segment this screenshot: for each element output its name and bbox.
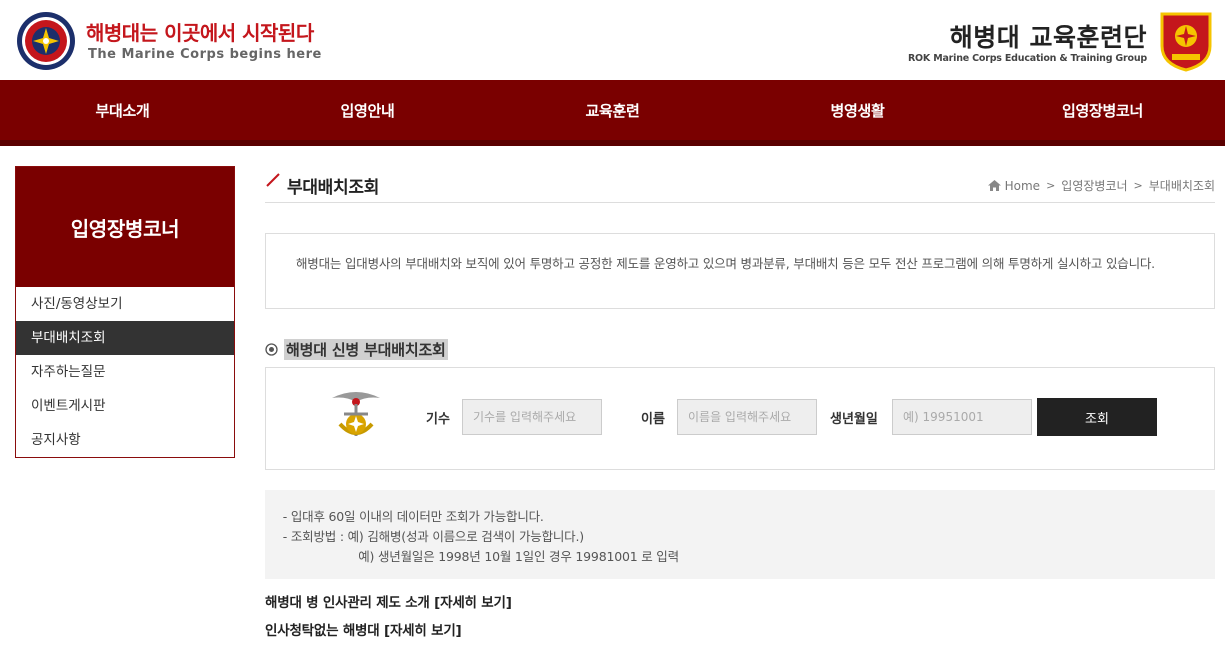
intro-box: 해병대는 입대병사의 부대배치와 보직에 있어 투명하고 공정한 제도를 운영하… xyxy=(265,233,1215,309)
slogan-english: The Marine Corps begins here xyxy=(88,47,322,62)
sidebar-item-faq[interactable]: 자주하는질문 xyxy=(16,355,234,389)
home-icon xyxy=(987,180,1001,191)
breadcrumb-separator-icon: > xyxy=(1133,179,1143,192)
training-group-shield-icon[interactable] xyxy=(1159,10,1213,72)
sidebar-title: 입영장병코너 xyxy=(16,167,234,287)
nav-item-barracks-life[interactable]: 병영생활 xyxy=(735,80,980,140)
breadcrumb-recruit-corner[interactable]: 입영장병코너 xyxy=(1061,177,1127,194)
nav-item-enlistment-guide[interactable]: 입영안내 xyxy=(245,80,490,140)
bullet-target-icon xyxy=(265,342,278,356)
sidebar-item-event-board[interactable]: 이벤트게시판 xyxy=(16,389,234,423)
note-line: 예) 생년월일은 1998년 10월 1일인 경우 19981001 로 입력 xyxy=(279,549,679,564)
personnel-system-link[interactable]: 해병대 병 인사관리 제도 소개 [자세히 보기] xyxy=(265,591,512,611)
breadcrumb-separator-icon: > xyxy=(1046,179,1056,192)
main-nav: 부대소개 입영안내 교육훈련 병영생활 입영장병코너 xyxy=(0,80,1225,146)
brand-title[interactable]: 해병대 교육훈련단 xyxy=(950,18,1147,54)
breadcrumb-current[interactable]: 부대배치조회 xyxy=(1149,177,1215,194)
marine-corps-emblem-icon[interactable] xyxy=(16,11,76,71)
content-title-row: 부대배치조회 Home > 입영장병코너 > 부대배치조회 xyxy=(265,166,1215,203)
title-slash-icon xyxy=(266,173,280,187)
site-header: 해병대는 이곳에서 시작된다 The Marine Corps begins h… xyxy=(0,0,1225,80)
name-label: 이름 xyxy=(641,412,665,427)
nav-item-training[interactable]: 교육훈련 xyxy=(490,80,735,140)
sidebar-item-photos-videos[interactable]: 사진/동영상보기 xyxy=(16,287,234,321)
intro-text: 해병대는 입대병사의 부대배치와 보직에 있어 투명하고 공정한 제도를 운영하… xyxy=(296,256,1155,271)
notes-box: - 입대후 60일 이내의 데이터만 조회가 가능합니다. - 조회방법 : 예… xyxy=(265,490,1215,579)
no-solicitation-link[interactable]: 인사청탁없는 해병대 [자세히 보기] xyxy=(265,619,462,639)
section-title: 해병대 신병 부대배치조회 xyxy=(284,338,448,360)
class-number-label: 기수 xyxy=(426,412,450,427)
birthdate-label: 생년월일 xyxy=(830,412,878,427)
nav-item-unit-intro[interactable]: 부대소개 xyxy=(0,80,245,140)
breadcrumb-home[interactable]: Home xyxy=(1005,179,1040,193)
class-number-input[interactable]: 기수를 입력해주세요 xyxy=(462,399,602,435)
assignment-search-form: 기수 기수를 입력해주세요 이름 이름을 입력해주세요 생년월일 예) 1995… xyxy=(265,367,1215,470)
section-heading: 해병대 신병 부대배치조회 xyxy=(265,338,448,360)
sidebar-item-notices[interactable]: 공지사항 xyxy=(16,423,234,457)
brand-subtitle: ROK Marine Corps Education & Training Gr… xyxy=(907,53,1147,64)
sidebar: 입영장병코너 사진/동영상보기 부대배치조회 자주하는질문 이벤트게시판 공지사… xyxy=(15,166,235,458)
breadcrumb: Home > 입영장병코너 > 부대배치조회 xyxy=(987,177,1215,194)
page-title: 부대배치조회 xyxy=(287,178,380,198)
note-line: - 조회방법 : 예) 김해병(성과 이름으로 검색이 가능합니다.) xyxy=(279,529,584,544)
search-button[interactable]: 조회 xyxy=(1037,398,1157,436)
marine-anchor-emblem-icon xyxy=(332,392,380,436)
name-input[interactable]: 이름을 입력해주세요 xyxy=(677,399,817,435)
birthdate-input[interactable]: 예) 19951001 xyxy=(892,399,1032,435)
note-line: - 입대후 60일 이내의 데이터만 조회가 가능합니다. xyxy=(279,509,544,524)
sidebar-item-unit-assignment[interactable]: 부대배치조회 xyxy=(16,321,234,355)
slogan-korean: 해병대는 이곳에서 시작된다 xyxy=(86,21,314,45)
nav-item-recruit-corner[interactable]: 입영장병코너 xyxy=(980,80,1225,140)
